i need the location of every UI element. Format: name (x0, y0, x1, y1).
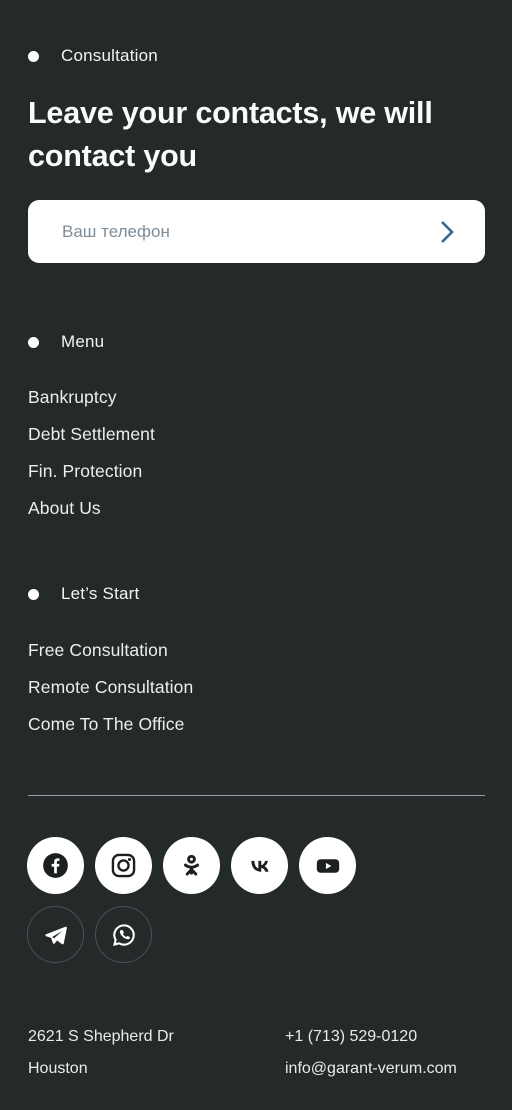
odnoklassniki-icon (183, 854, 200, 876)
social-link-odnoklassniki[interactable] (163, 837, 220, 894)
bullet-dot-icon (28, 588, 39, 600)
address-line-1: 2621 S Shepherd Dr (28, 1028, 174, 1045)
instagram-icon (111, 853, 136, 878)
social-link-vk[interactable] (231, 837, 288, 894)
menu-nav-list: Bankruptcy Debt Settlement Fin. Protecti… (28, 379, 155, 527)
footer-divider (28, 795, 485, 796)
bullet-dot-icon (28, 50, 39, 62)
submit-phone-button[interactable] (433, 217, 463, 247)
menu-item-debt-settlement[interactable]: Debt Settlement (28, 416, 155, 453)
menu-section-label: Menu (28, 331, 104, 353)
footer-contact-page: Consultation Leave your contacts, we wil… (0, 0, 512, 1110)
social-link-telegram[interactable] (27, 906, 84, 963)
social-links-secondary (27, 906, 152, 963)
social-link-facebook[interactable] (27, 837, 84, 894)
social-links-primary (27, 837, 356, 894)
footer-address-column: 2621 S Shepherd Dr Houston (28, 1021, 285, 1085)
phone-link[interactable]: +1 (713) 529-0120 (285, 1021, 485, 1053)
lets-start-eyebrow-text: Let’s Start (61, 584, 140, 603)
lets-start-nav-list: Free Consultation Remote Consultation Co… (28, 632, 193, 743)
address-line-2: Houston (28, 1060, 88, 1077)
facebook-icon (43, 853, 68, 878)
chevron-right-icon (441, 220, 454, 243)
social-link-youtube[interactable] (299, 837, 356, 894)
menu-item-fin-protection[interactable]: Fin. Protection (28, 453, 155, 490)
bullet-dot-icon (28, 336, 39, 348)
menu-item-about-us[interactable]: About Us (28, 490, 155, 527)
consultation-section-label: Consultation (28, 45, 158, 67)
social-link-instagram[interactable] (95, 837, 152, 894)
email-link[interactable]: info@garant-verum.com (285, 1053, 485, 1085)
youtube-icon (316, 858, 339, 873)
footer-contacts: 2621 S Shepherd Dr Houston +1 (713) 529-… (28, 1021, 485, 1085)
lets-start-item-remote-consultation[interactable]: Remote Consultation (28, 669, 193, 706)
page-title: Leave your contacts, we will contact you (28, 96, 433, 173)
consultation-eyebrow-text: Consultation (61, 46, 158, 65)
telegram-icon (44, 926, 67, 944)
menu-eyebrow-text: Menu (61, 332, 105, 351)
lets-start-item-free-consultation[interactable]: Free Consultation (28, 632, 193, 669)
menu-item-bankruptcy[interactable]: Bankruptcy (28, 379, 155, 416)
social-link-whatsapp[interactable] (95, 906, 152, 963)
vk-icon (250, 860, 268, 872)
whatsapp-icon (112, 923, 135, 946)
phone-input[interactable] (62, 200, 433, 263)
lets-start-item-come-to-the-office[interactable]: Come To The Office (28, 706, 193, 743)
footer-contact-column: +1 (713) 529-0120 info@garant-verum.com (285, 1021, 485, 1085)
lets-start-section-label: Let’s Start (28, 583, 139, 605)
phone-capture-form (28, 200, 485, 263)
